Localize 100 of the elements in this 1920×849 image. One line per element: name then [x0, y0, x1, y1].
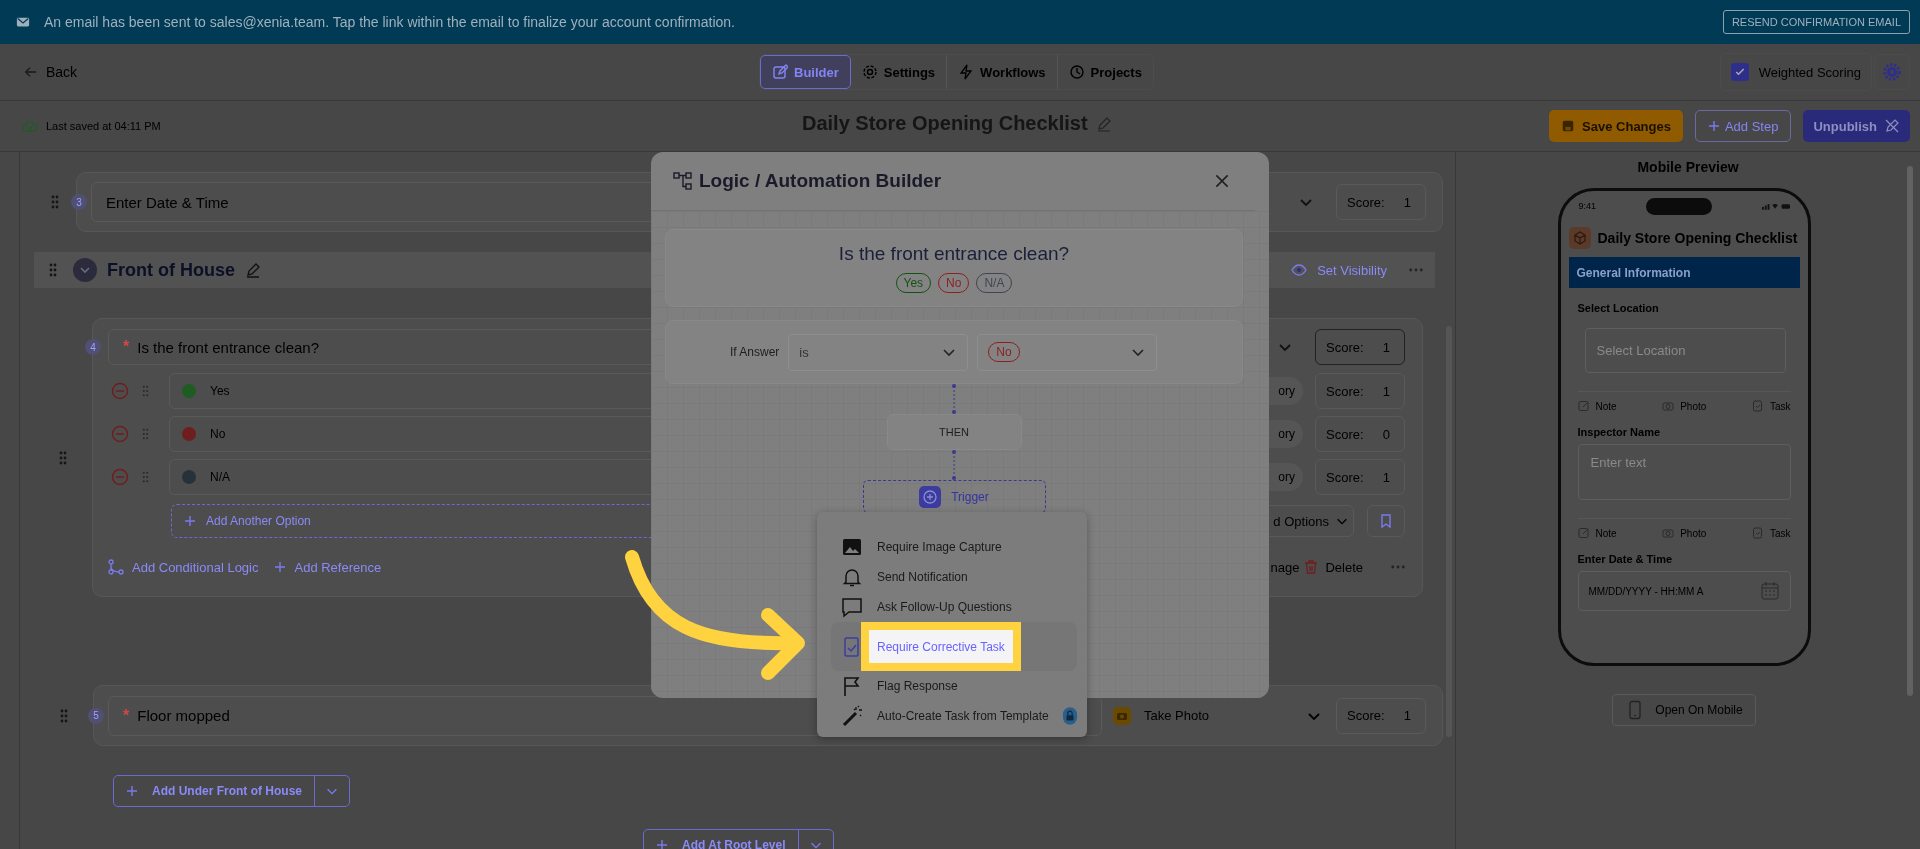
add-under-section-button[interactable]: Add Under Front of House [113, 775, 350, 807]
save-icon [1561, 119, 1576, 133]
drag-handle-icon[interactable] [49, 263, 57, 277]
status-icons [1761, 202, 1790, 210]
notch [1645, 197, 1712, 215]
plus-icon [656, 839, 668, 849]
more-icon[interactable] [1409, 268, 1423, 272]
weighted-scoring-toggle[interactable]: Weighted Scoring [1719, 53, 1872, 91]
menu-item[interactable]: Send Notification [831, 562, 1077, 592]
menu-item-icon [841, 596, 863, 618]
section-title: Front of House [107, 259, 235, 281]
close-icon[interactable] [1213, 172, 1231, 190]
required-mark: * [123, 706, 130, 725]
question-number: 3 [71, 194, 87, 210]
connector-line [949, 450, 959, 480]
score-field[interactable]: Score: 0 [1315, 416, 1405, 452]
save-changes-button[interactable]: Save Changes [1549, 110, 1683, 142]
remove-icon[interactable] [111, 382, 129, 400]
eye-icon [1291, 262, 1308, 278]
form-title: Daily Store Opening Checklist [1597, 230, 1798, 246]
bookmark-button[interactable] [1367, 505, 1405, 537]
question-number: 5 [88, 707, 104, 724]
add-conditional-logic-link[interactable]: Add Conditional Logic [108, 559, 259, 575]
collapse-icon[interactable] [73, 258, 97, 282]
field-action[interactable]: Photo [1662, 400, 1707, 412]
field-action[interactable]: Note [1577, 400, 1617, 412]
drag-handle-icon[interactable] [51, 195, 59, 209]
unpublish-button[interactable]: Unpublish [1803, 110, 1910, 142]
back-button[interactable]: Back [24, 64, 78, 80]
score-field[interactable]: Score: 1 [1336, 697, 1426, 734]
flow-icon [673, 171, 693, 191]
add-at-root-button[interactable]: Add At Root Level [643, 829, 834, 849]
highlighted-label[interactable]: Require Corrective Task [861, 622, 1021, 671]
checkbox[interactable] [1730, 63, 1749, 81]
response-type-dropdown[interactable]: Take Photo [1112, 705, 1322, 726]
box-icon [1568, 227, 1591, 249]
scrollbar[interactable] [1907, 166, 1913, 696]
dialog-title: Logic / Automation Builder [699, 170, 942, 192]
menu-item[interactable]: Ask Follow-Up Questions [831, 592, 1077, 622]
menu-item[interactable]: Require Image Capture [831, 532, 1077, 562]
then-node: THEN [886, 414, 1022, 450]
score-field[interactable]: Score: 1 [1315, 373, 1405, 409]
menu-item[interactable]: Auto-Create Task from Template [831, 701, 1077, 731]
banner-message: An email has been sent to sales@xenia.team. Tap the link within the email to finalize your account confirmation. [44, 14, 736, 30]
drag-handle-icon[interactable] [59, 450, 67, 465]
field-label: Select Location [1577, 302, 1660, 314]
connector-line [949, 384, 959, 414]
section-bar: General Information [1568, 257, 1800, 288]
remove-icon[interactable] [111, 425, 129, 443]
field-action[interactable]: Task [1751, 527, 1791, 539]
drag-handle-icon[interactable] [142, 385, 149, 397]
field-label: Enter Date & Time [1577, 553, 1674, 565]
task-icon [1751, 527, 1764, 539]
tab-icon [1068, 64, 1085, 80]
remove-icon[interactable] [111, 468, 129, 486]
answer-select[interactable]: No [977, 333, 1158, 371]
manage-link[interactable]: nage [1270, 559, 1300, 575]
select-field[interactable]: Select Location [1584, 328, 1786, 373]
camera-icon [1662, 527, 1675, 539]
bookmark-icon [1378, 513, 1394, 529]
plus-icon [184, 515, 196, 527]
menu-item-icon [841, 705, 863, 727]
pencil-icon[interactable] [245, 262, 261, 278]
score-field[interactable]: Score: 1 [1315, 329, 1405, 365]
score-field[interactable]: Score: 1 [1336, 184, 1426, 220]
delete-button[interactable]: Delete [1303, 559, 1363, 575]
tab[interactable]: Settings [850, 55, 948, 89]
field-action[interactable]: Photo [1662, 527, 1707, 539]
field-action[interactable]: Note [1577, 527, 1617, 539]
pencil-off-icon [1884, 118, 1900, 134]
cloud-check-icon [22, 118, 38, 134]
date-time-field[interactable]: MM/DD/YYYY - HH:MM A [1577, 571, 1791, 611]
plus-icon [126, 785, 138, 797]
branch-icon [108, 559, 124, 575]
open-on-mobile-button[interactable]: Open On Mobile [1612, 694, 1756, 726]
calendar-icon[interactable] [1759, 581, 1780, 601]
text-field[interactable]: Enter text [1577, 444, 1791, 500]
resend-email-button[interactable]: RESEND CONFIRMATION EMAIL [1722, 10, 1910, 34]
menu-item[interactable]: Require Corrective Task [831, 622, 1077, 671]
set-visibility-link[interactable]: Set Visibility [1317, 262, 1387, 278]
operator-select[interactable]: is [788, 333, 969, 371]
tab[interactable]: Builder [760, 55, 851, 89]
tab-icon [958, 64, 975, 80]
drag-handle-icon[interactable] [142, 471, 149, 483]
tab-icon [772, 64, 788, 80]
score-field[interactable]: Score: 1 [1315, 459, 1405, 495]
drag-handle-icon[interactable] [142, 428, 149, 440]
pencil-icon[interactable] [1095, 115, 1112, 132]
menu-item-icon [841, 536, 863, 558]
tab[interactable]: Projects [1057, 55, 1153, 89]
menu-item-icon [841, 566, 863, 588]
tab[interactable]: Workflows [947, 55, 1058, 89]
settings-button[interactable] [1874, 54, 1910, 90]
add-reference-link[interactable]: Add Reference [274, 559, 382, 575]
field-action[interactable]: Task [1751, 400, 1791, 412]
add-step-button[interactable]: Add Step [1694, 110, 1792, 142]
gear-icon [1883, 63, 1901, 81]
preview-title: Mobile Preview [1637, 159, 1739, 175]
more-icon[interactable] [1391, 565, 1405, 569]
drag-handle-icon[interactable] [59, 708, 68, 723]
